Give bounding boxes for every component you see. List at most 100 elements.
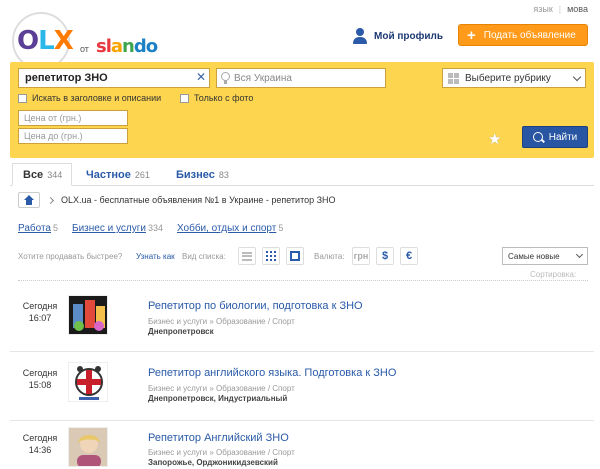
listing-date-time: 14:36	[28, 445, 52, 455]
subcategory-count: 5	[53, 223, 59, 233]
category-select[interactable]: Выберите рубрику	[442, 68, 586, 88]
slando-part-3: n	[122, 36, 135, 57]
listing-thumbnail[interactable]	[68, 362, 108, 402]
listing-row[interactable]: Сегодня 15:08 Репетитор английского язык…	[10, 357, 594, 411]
biology-thumbnail-icon	[69, 296, 107, 334]
listing-title-link[interactable]: Репетитор по биологии, подготовка к ЗНО	[148, 300, 363, 312]
listing-separator	[10, 420, 594, 421]
sort-label: Сортировка:	[530, 270, 577, 279]
listing-thumbnail[interactable]	[68, 295, 108, 335]
checkbox-box	[180, 93, 189, 103]
tab-business-count: 83	[218, 169, 229, 180]
listing-date-time: 16:07	[28, 313, 52, 323]
chevron-down-icon	[572, 72, 582, 81]
listing-row[interactable]: Сегодня 14:36 Репетитор Английский ЗНО Б…	[10, 426, 594, 469]
listing-divider	[18, 280, 588, 281]
listing-date: Сегодня 14:36	[10, 432, 70, 456]
category-select-label: Выберите рубрику	[465, 72, 551, 84]
lang-ua-link[interactable]: мова	[567, 4, 588, 14]
post-ad-button[interactable]: + Подать объявление	[458, 24, 588, 46]
listing-toolbar: Хотите продавать быстрее? Узнать как Вид…	[18, 246, 588, 268]
search-icon	[532, 132, 543, 142]
search-query-input[interactable]: репетитор ЗНО	[18, 68, 210, 88]
user-icon	[352, 28, 368, 44]
location-input[interactable]: Вся Украина	[216, 68, 386, 88]
sort-value: Самые новые	[508, 251, 560, 261]
tab-private-count: 261	[134, 169, 150, 180]
gallery-icon	[266, 251, 276, 261]
slando-part-4: do	[133, 36, 158, 57]
listing-date-day: Сегодня	[22, 433, 58, 443]
logo-letter-x: X	[53, 26, 74, 56]
subcategory-count: 334	[147, 223, 163, 233]
tab-all-label: Все	[23, 168, 44, 181]
english-clock-thumbnail-icon	[69, 363, 107, 401]
listing-title-link[interactable]: Репетитор Английский ЗНО	[148, 432, 289, 444]
logo-from-text: от	[80, 44, 89, 54]
post-ad-label: Подать объявление	[483, 29, 576, 41]
listing-date: Сегодня 16:07	[10, 300, 70, 324]
subcategory-work-link[interactable]: Работа	[18, 223, 51, 234]
grid-icon	[448, 72, 459, 84]
only-with-photo-checkbox[interactable]: Только с фото	[180, 93, 253, 103]
home-icon[interactable]	[18, 192, 40, 208]
tab-private-label: Частное	[86, 168, 131, 181]
listing-date-day: Сегодня	[22, 368, 58, 378]
listing-thumbnail[interactable]	[68, 427, 108, 467]
view-list-button[interactable]	[238, 247, 256, 265]
listing-row[interactable]: Сегодня 16:07 Репетитор по биологии, под…	[10, 290, 594, 344]
listing-location: Днепропетровск	[148, 327, 214, 336]
plus-icon: +	[467, 26, 476, 44]
breadcrumb-text: OLX.ua - бесплатные объявления №1 в Укра…	[61, 195, 336, 205]
tab-all-count: 344	[47, 169, 63, 180]
subcategory-business-link[interactable]: Бизнес и услуги	[72, 223, 146, 234]
currency-usd-button[interactable]: $	[376, 247, 394, 265]
find-button[interactable]: Найти	[522, 126, 588, 148]
lang-ru-link[interactable]: язык	[533, 4, 552, 14]
search-in-description-checkbox[interactable]: Искать в заголовке и описании	[18, 93, 161, 103]
currency-label: Валюта:	[314, 252, 345, 261]
subcategory-item[interactable]: Хобби, отдых и спорт 5	[177, 223, 283, 234]
subcategory-list: Работа 5 Бизнес и услуги 334 Хобби, отдых …	[18, 223, 283, 234]
sell-faster-link[interactable]: Узнать как	[136, 252, 175, 261]
checkbox-box	[18, 93, 27, 103]
view-mode-label: Вид списка:	[182, 252, 226, 261]
currency-eur-button[interactable]: €	[400, 247, 418, 265]
tab-business[interactable]: Бизнес 83	[176, 163, 229, 186]
price-to-input[interactable]: Цена до (грн.)	[18, 128, 128, 144]
listing-location: Запорожье, Орджоникидзевский	[148, 458, 278, 467]
sort-select[interactable]: Самые новые	[502, 247, 588, 265]
listing-date: Сегодня 15:08	[10, 367, 70, 391]
tab-all[interactable]: Все 344	[12, 163, 72, 186]
only-with-photo-label: Только с фото	[194, 93, 254, 103]
listing-date-day: Сегодня	[22, 301, 58, 311]
clear-query-icon[interactable]: ✕	[196, 70, 206, 84]
subcategory-count: 5	[278, 223, 284, 233]
logo-letter-o: O	[17, 26, 39, 56]
listing-separator	[10, 351, 594, 352]
listing-title-link[interactable]: Репетитор английского языка. Подготовка …	[148, 367, 396, 379]
star-icon[interactable]: ★	[488, 130, 501, 148]
lang-separator: |	[558, 4, 562, 14]
tab-private[interactable]: Частное 261	[86, 163, 150, 186]
subcategory-item[interactable]: Бизнес и услуги 334	[72, 223, 163, 234]
olx-logo-text: OLX	[17, 26, 74, 56]
my-profile-link[interactable]: Мой профиль	[352, 28, 443, 44]
subcategory-hobby-link[interactable]: Хобби, отдых и спорт	[177, 223, 276, 234]
slando-part-2: a	[110, 36, 123, 57]
logo-letter-l: L	[38, 26, 55, 56]
listing-location: Днепропетровск, Индустриальный	[148, 394, 288, 403]
large-view-icon	[290, 251, 300, 261]
price-from-input[interactable]: Цена от (грн.)	[18, 110, 128, 126]
tab-business-label: Бизнес	[176, 168, 215, 181]
currency-uah-button[interactable]: грн	[352, 247, 370, 265]
find-label: Найти	[548, 131, 578, 143]
list-icon	[242, 251, 252, 261]
chevron-down-icon	[575, 250, 584, 259]
search-in-description-label: Искать в заголовке и описании	[32, 93, 162, 103]
slando-part-1: sl	[96, 36, 112, 57]
subcategory-item[interactable]: Работа 5	[18, 223, 58, 234]
view-large-button[interactable]	[286, 247, 304, 265]
view-gallery-button[interactable]	[262, 247, 280, 265]
breadcrumb: OLX.ua - бесплатные объявления №1 в Укра…	[18, 192, 336, 208]
